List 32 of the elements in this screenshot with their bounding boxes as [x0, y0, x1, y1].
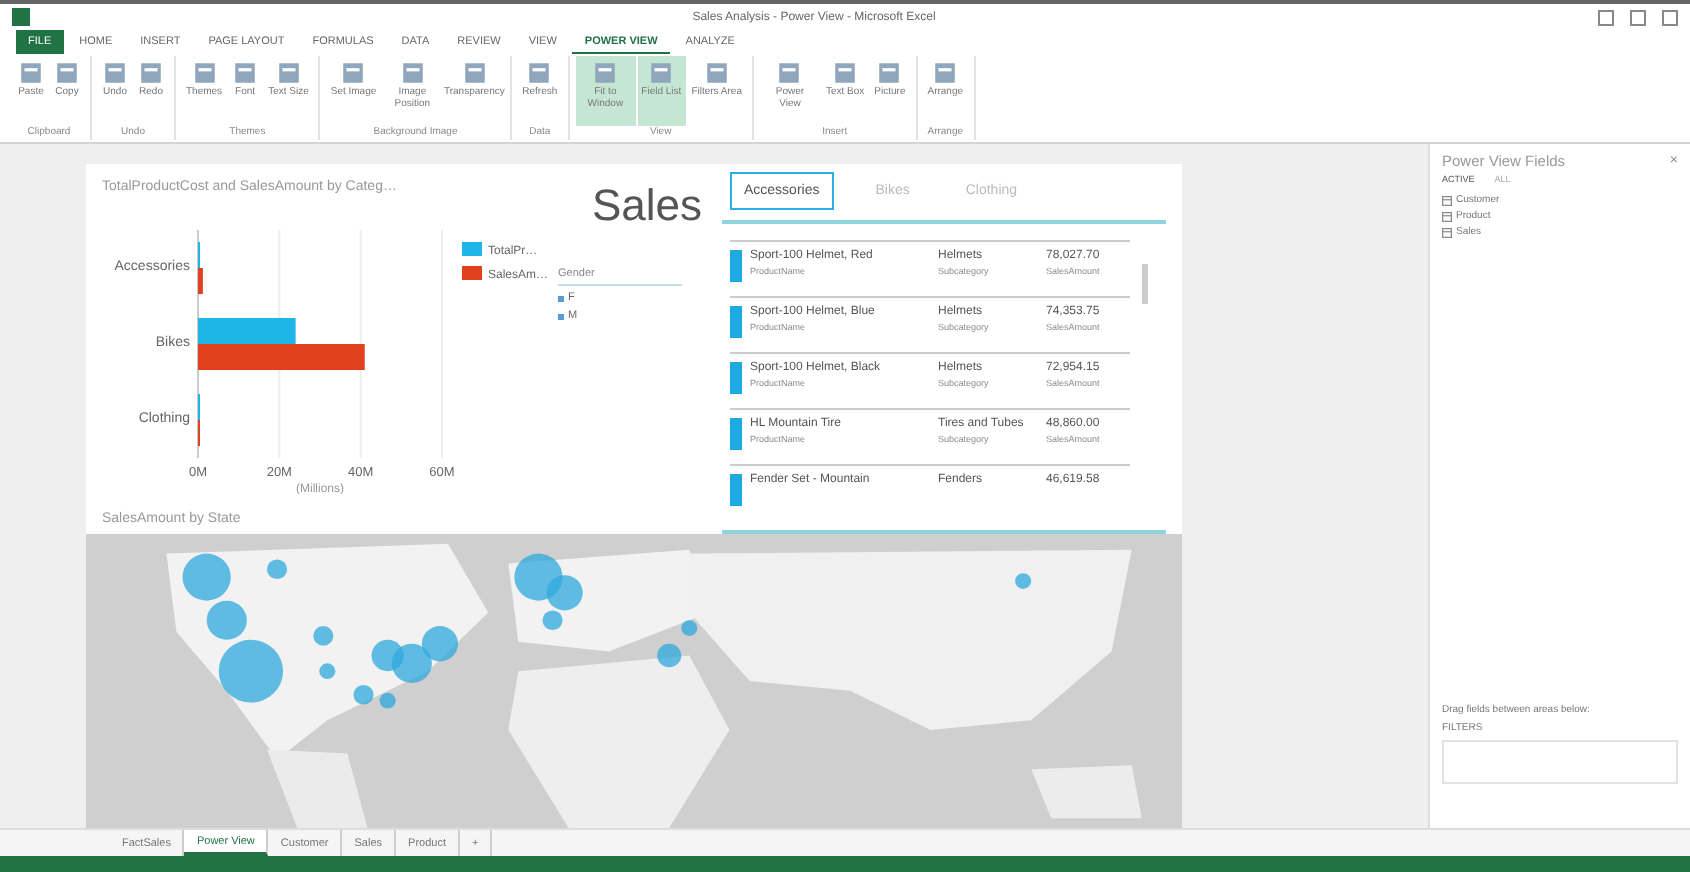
command-icon	[275, 60, 302, 86]
command-icon	[876, 60, 903, 86]
table-icon	[1442, 227, 1452, 237]
command-icon	[526, 60, 553, 86]
card-marker-icon	[730, 474, 742, 506]
scrollbar-thumb[interactable]	[1142, 264, 1148, 304]
command-icon	[54, 60, 80, 86]
report-title: Sales	[591, 180, 702, 232]
command-icon	[461, 60, 488, 86]
command-icon	[703, 60, 730, 86]
table-icon	[1442, 211, 1452, 221]
filters-drop-area[interactable]	[1442, 740, 1678, 784]
command-icon	[832, 60, 859, 86]
window-controls-icon[interactable]	[1598, 9, 1678, 25]
card-marker-icon	[730, 362, 742, 394]
command-icon	[102, 60, 128, 86]
command-icon	[18, 60, 44, 86]
table-icon	[1442, 195, 1452, 205]
command-icon	[776, 60, 803, 86]
command-icon	[340, 60, 367, 86]
card-marker-icon	[730, 250, 742, 282]
command-icon	[138, 60, 164, 86]
card-marker-icon	[730, 306, 742, 338]
command-icon	[232, 60, 259, 86]
command-icon	[399, 60, 426, 86]
card-marker-icon	[730, 418, 742, 450]
command-icon	[191, 60, 218, 86]
excel-logo-icon	[12, 8, 30, 26]
command-icon	[932, 60, 959, 86]
legend	[462, 242, 549, 282]
command-icon	[648, 60, 675, 86]
command-icon	[592, 60, 619, 86]
